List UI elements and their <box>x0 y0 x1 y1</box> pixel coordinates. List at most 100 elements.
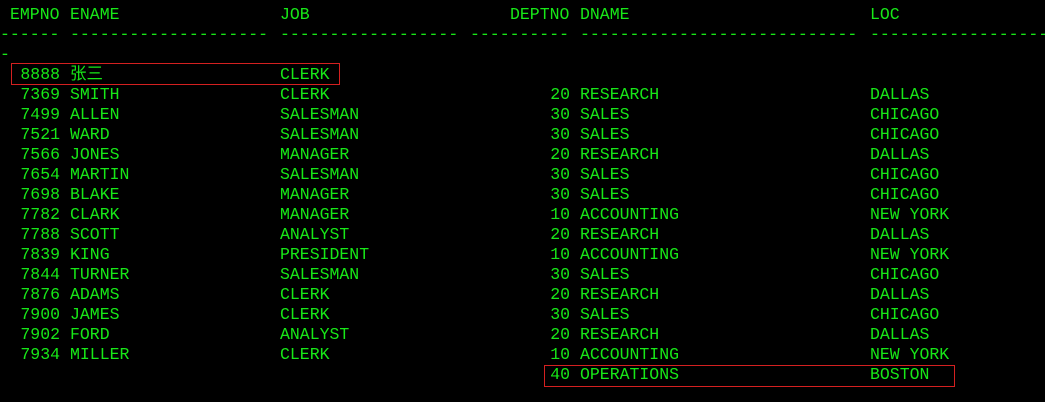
cell-job: CLERK <box>280 85 330 104</box>
table-row: 7654 MARTIN SALESMAN 30 SALES CHICAGO <box>0 165 1045 185</box>
cell-job: CLERK <box>280 345 330 364</box>
cell-deptno: 10 <box>550 245 570 264</box>
cell-empno: 7788 <box>20 225 60 244</box>
cell-deptno: 30 <box>550 185 570 204</box>
cell-job: SALESMAN <box>280 265 360 284</box>
separator-deptno: ---------- <box>470 25 570 44</box>
table-row: 7369 SMITH CLERK 20 RESEARCH DALLAS <box>0 85 1045 105</box>
terminal-window: EMPNO ENAME JOB DEPTNO DNAME LOC ------ … <box>0 0 1045 402</box>
table-row: 7900 JAMES CLERK 30 SALES CHICAGO <box>0 305 1045 325</box>
cell-dname: SALES <box>580 125 630 144</box>
table-row: 7839 KING PRESIDENT 10 ACCOUNTING NEW YORK <box>0 245 1045 265</box>
cell-dname: SALES <box>580 265 630 284</box>
cell-job: MANAGER <box>280 145 350 164</box>
cell-dname: RESEARCH <box>580 85 660 104</box>
cell-dname: RESEARCH <box>580 225 660 244</box>
separator-job: ------------------ <box>280 25 459 44</box>
cell-ename: ADAMS <box>70 285 120 304</box>
cell-deptno: 20 <box>550 225 570 244</box>
cell-ename: SCOTT <box>70 225 120 244</box>
column-header-deptno: DEPTNO <box>510 5 570 24</box>
cell-ename: ALLEN <box>70 105 120 124</box>
cell-ename: MILLER <box>70 345 130 364</box>
separator-wrap-row: - <box>0 45 1045 65</box>
cell-deptno: 30 <box>550 105 570 124</box>
cell-loc: CHICAGO <box>870 125 940 144</box>
separator-wrap-char: - <box>0 45 10 64</box>
column-header-ename: ENAME <box>70 5 120 24</box>
cell-loc: NEW YORK <box>870 205 950 224</box>
cell-deptno: 10 <box>550 345 570 364</box>
cell-loc: DALLAS <box>870 85 930 104</box>
separator-dname: ---------------------------- <box>580 25 858 44</box>
cell-loc: CHICAGO <box>870 165 940 184</box>
separator-empno: ------ <box>0 25 60 44</box>
cell-loc: CHICAGO <box>870 185 940 204</box>
table-row: 7844 TURNER SALESMAN 30 SALES CHICAGO <box>0 265 1045 285</box>
cell-job: ANALYST <box>280 325 350 344</box>
cell-dname: SALES <box>580 105 630 124</box>
cell-ename: TURNER <box>70 265 130 284</box>
cell-dname: ACCOUNTING <box>580 345 680 364</box>
cell-deptno: 20 <box>550 285 570 304</box>
cell-loc: CHICAGO <box>870 265 940 284</box>
highlight-box-inserted-employee <box>11 63 340 85</box>
cell-empno: 7499 <box>20 105 60 124</box>
column-header-row: EMPNO ENAME JOB DEPTNO DNAME LOC <box>0 5 1045 25</box>
cell-loc: DALLAS <box>870 225 930 244</box>
cell-job: MANAGER <box>280 185 350 204</box>
cell-empno: 7844 <box>20 265 60 284</box>
cell-deptno: 20 <box>550 85 570 104</box>
table-row: 7782 CLARK MANAGER 10 ACCOUNTING NEW YORK <box>0 205 1045 225</box>
cell-job: SALESMAN <box>280 165 360 184</box>
cell-deptno: 30 <box>550 165 570 184</box>
table-row: 7902 FORD ANALYST 20 RESEARCH DALLAS <box>0 325 1045 345</box>
cell-empno: 7900 <box>20 305 60 324</box>
cell-ename: SMITH <box>70 85 120 104</box>
cell-dname: RESEARCH <box>580 325 660 344</box>
cell-loc: DALLAS <box>870 325 930 344</box>
cell-dname: RESEARCH <box>580 285 660 304</box>
cell-empno: 7839 <box>20 245 60 264</box>
cell-empno: 7902 <box>20 325 60 344</box>
cell-ename: WARD <box>70 125 110 144</box>
cell-job: CLERK <box>280 305 330 324</box>
table-row: 7876 ADAMS CLERK 20 RESEARCH DALLAS <box>0 285 1045 305</box>
cell-ename: BLAKE <box>70 185 120 204</box>
cell-deptno: 30 <box>550 265 570 284</box>
cell-empno: 7369 <box>20 85 60 104</box>
table-row: 7499 ALLEN SALESMAN 30 SALES CHICAGO <box>0 105 1045 125</box>
separator-row: ------ -------------------- ------------… <box>0 25 1045 45</box>
cell-deptno: 20 <box>550 325 570 344</box>
separator-ename: -------------------- <box>70 25 269 44</box>
cell-dname: ACCOUNTING <box>580 205 680 224</box>
cell-deptno: 30 <box>550 125 570 144</box>
cell-job: MANAGER <box>280 205 350 224</box>
cell-loc: NEW YORK <box>870 245 950 264</box>
cell-ename: JAMES <box>70 305 120 324</box>
cell-empno: 7654 <box>20 165 60 184</box>
table-row: 7788 SCOTT ANALYST 20 RESEARCH DALLAS <box>0 225 1045 245</box>
cell-dname: ACCOUNTING <box>580 245 680 264</box>
highlight-box-unmatched-department <box>544 365 955 387</box>
cell-job: SALESMAN <box>280 125 360 144</box>
cell-dname: RESEARCH <box>580 145 660 164</box>
separator-loc: ------------------ <box>870 25 1045 44</box>
cell-dname: SALES <box>580 185 630 204</box>
cell-empno: 7782 <box>20 205 60 224</box>
cell-job: ANALYST <box>280 225 350 244</box>
table-row: 7566 JONES MANAGER 20 RESEARCH DALLAS <box>0 145 1045 165</box>
cell-deptno: 20 <box>550 145 570 164</box>
cell-job: CLERK <box>280 285 330 304</box>
cell-job: SALESMAN <box>280 105 360 124</box>
table-row: 7934 MILLER CLERK 10 ACCOUNTING NEW YORK <box>0 345 1045 365</box>
cell-loc: CHICAGO <box>870 105 940 124</box>
cell-ename: MARTIN <box>70 165 130 184</box>
cell-job: PRESIDENT <box>280 245 370 264</box>
cell-empno: 7566 <box>20 145 60 164</box>
column-header-job: JOB <box>280 5 310 24</box>
cell-empno: 7876 <box>20 285 60 304</box>
cell-loc: NEW YORK <box>870 345 950 364</box>
cell-loc: DALLAS <box>870 285 930 304</box>
cell-empno: 7521 <box>20 125 60 144</box>
